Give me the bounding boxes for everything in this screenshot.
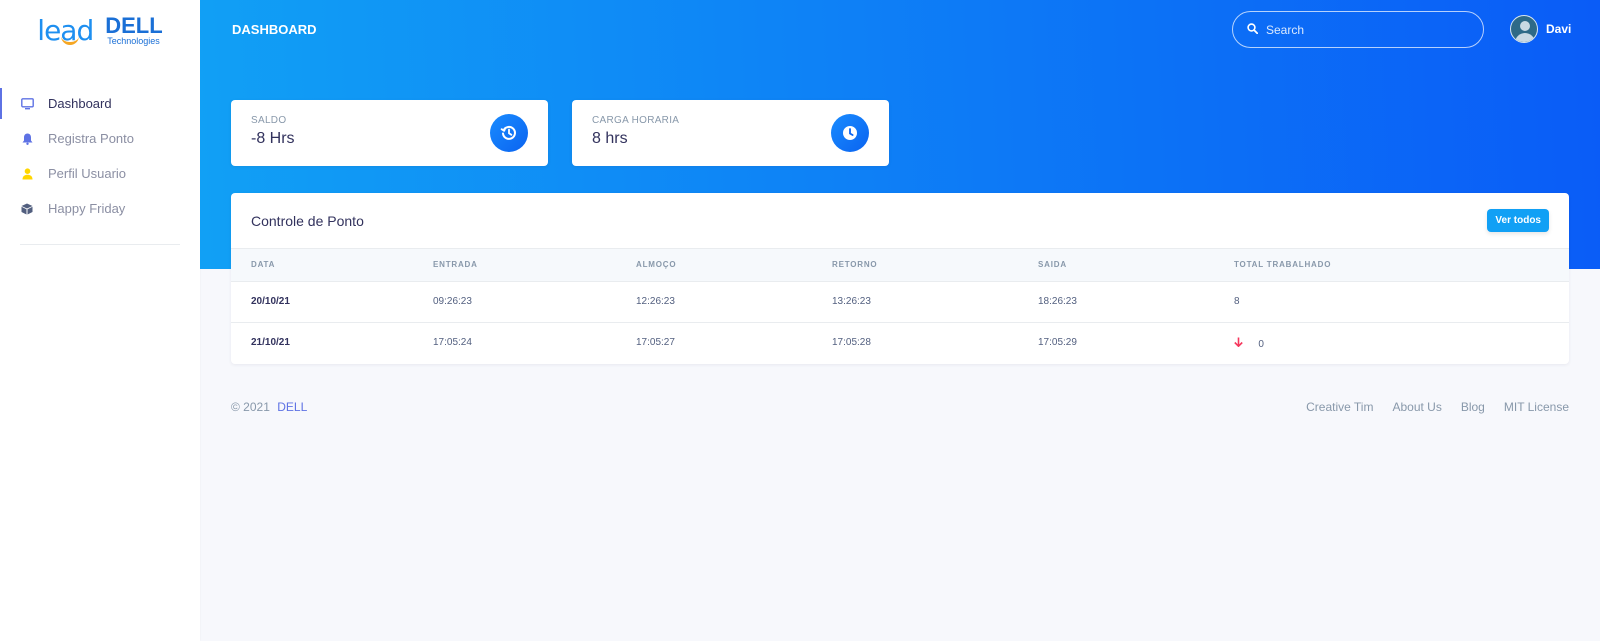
column-header: ENTRADA bbox=[433, 249, 636, 282]
table-row: 21/10/21 17:05:24 17:05:27 17:05:28 17:0… bbox=[231, 322, 1569, 363]
ponto-table: DATA ENTRADA ALMOÇO RETORNO SAIDA TOTAL … bbox=[231, 249, 1569, 363]
lead-logo: lead bbox=[37, 13, 94, 47]
table-cell: 17:05:28 bbox=[832, 337, 871, 349]
copyright-text: © 2021 bbox=[231, 400, 270, 414]
stat-value: -8 Hrs bbox=[251, 130, 295, 147]
table-row: 20/10/21 09:26:23 12:26:23 13:26:23 18:2… bbox=[231, 281, 1569, 323]
table-cell: 13:26:23 bbox=[832, 281, 1038, 323]
search-box[interactable] bbox=[1232, 11, 1484, 48]
box-icon bbox=[20, 202, 34, 216]
ver-todos-button[interactable]: Ver todos bbox=[1487, 209, 1549, 232]
sidebar-item-perfil-usuario[interactable]: Perfil Usuario bbox=[0, 156, 200, 191]
clock-icon bbox=[831, 114, 869, 152]
stat-card-carga-horaria: CARGA HORARIA 8 hrs bbox=[572, 100, 889, 166]
sidebar-nav: Dashboard Registra Ponto Perfil Usuario … bbox=[0, 86, 200, 226]
sidebar-item-label: Perfil Usuario bbox=[48, 166, 127, 181]
table-header: Controle de Ponto Ver todos bbox=[231, 193, 1569, 249]
stat-card-saldo: SALDO -8 Hrs bbox=[231, 100, 548, 166]
table-header-row: DATA ENTRADA ALMOÇO RETORNO SAIDA TOTAL … bbox=[231, 249, 1569, 282]
search-input[interactable] bbox=[1266, 22, 1456, 37]
sidebar-item-label: Happy Friday bbox=[48, 201, 126, 216]
user-menu[interactable]: Davi bbox=[1510, 15, 1571, 43]
monitor-icon bbox=[20, 97, 34, 111]
table-cell-total: 0 bbox=[1234, 322, 1569, 363]
bell-icon bbox=[20, 132, 34, 146]
stat-label: SALDO bbox=[251, 115, 287, 126]
table-cell: 09:26:23 bbox=[433, 281, 636, 323]
dell-logo-subtext: Technologies bbox=[107, 35, 160, 46]
column-header: TOTAL TRABALHADO bbox=[1234, 249, 1569, 282]
search-icon bbox=[1247, 21, 1259, 39]
footer-link-blog[interactable]: Blog bbox=[1461, 400, 1485, 414]
column-header: DATA bbox=[231, 249, 433, 282]
copyright: © 2021 DELL bbox=[231, 400, 307, 414]
sidebar-divider bbox=[20, 244, 180, 245]
stat-value: 8 hrs bbox=[592, 130, 628, 147]
column-header: RETORNO bbox=[832, 249, 1038, 282]
table-cell-date: 21/10/21 bbox=[251, 337, 290, 349]
sidebar-item-label: Registra Ponto bbox=[48, 131, 134, 146]
stat-label: CARGA HORARIA bbox=[592, 115, 680, 126]
table-cell: 8 bbox=[1234, 281, 1569, 323]
table-title: Controle de Ponto bbox=[251, 212, 364, 229]
footer-link-creative-tim[interactable]: Creative Tim bbox=[1306, 400, 1373, 414]
dell-logo-text: DELL bbox=[105, 12, 163, 38]
table-cell: 17:05:24 bbox=[433, 337, 472, 349]
arrow-down-icon bbox=[1234, 336, 1246, 350]
table-cell: 12:26:23 bbox=[636, 281, 832, 323]
sidebar-item-registra-ponto[interactable]: Registra Ponto bbox=[0, 121, 200, 156]
total-value: 0 bbox=[1258, 338, 1264, 350]
table-cell: 17:05:27 bbox=[636, 337, 675, 349]
column-header: SAIDA bbox=[1038, 249, 1234, 282]
sidebar-item-happy-friday[interactable]: Happy Friday bbox=[0, 191, 200, 226]
footer-links: Creative Tim About Us Blog MIT License bbox=[1306, 400, 1569, 414]
table-cell: 18:26:23 bbox=[1038, 281, 1234, 323]
user-name: Davi bbox=[1546, 22, 1572, 36]
dell-logo: DELL Technologies bbox=[105, 12, 163, 46]
footer-link-mit-license[interactable]: MIT License bbox=[1504, 400, 1569, 414]
history-icon bbox=[490, 114, 528, 152]
sidebar-item-dashboard[interactable]: Dashboard bbox=[0, 86, 200, 121]
footer-link-about-us[interactable]: About Us bbox=[1392, 400, 1441, 414]
brand-logos[interactable]: lead DELL Technologies bbox=[0, 0, 200, 60]
footer-brand-link[interactable]: DELL bbox=[277, 400, 307, 414]
controle-de-ponto-card: Controle de Ponto Ver todos DATA ENTRADA… bbox=[231, 193, 1569, 364]
column-header: ALMOÇO bbox=[636, 249, 832, 282]
table-cell: 17:05:29 bbox=[1038, 337, 1077, 349]
avatar[interactable] bbox=[1510, 15, 1538, 43]
user-icon bbox=[20, 167, 34, 181]
footer: © 2021 DELL Creative Tim About Us Blog M… bbox=[231, 400, 1569, 414]
sidebar: lead DELL Technologies Dashboard Registr… bbox=[0, 0, 200, 641]
table-cell-date: 20/10/21 bbox=[231, 281, 433, 323]
sidebar-item-label: Dashboard bbox=[48, 96, 112, 111]
page-title: DASHBOARD bbox=[232, 22, 317, 37]
